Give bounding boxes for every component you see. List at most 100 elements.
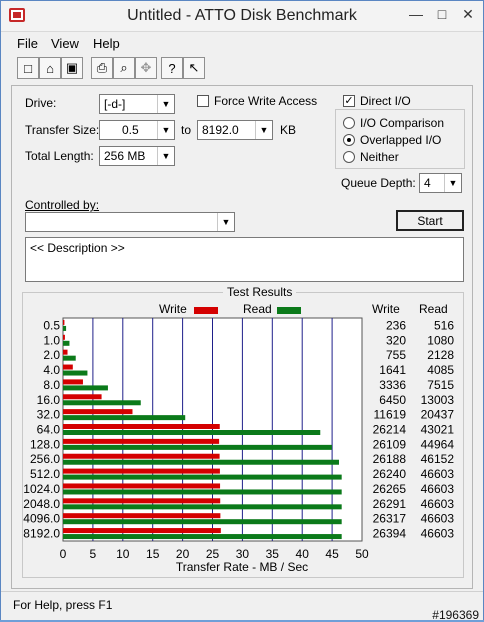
write-bar — [63, 394, 102, 400]
read-bar — [63, 474, 342, 480]
read-value-label: 46603 — [421, 527, 455, 541]
print-preview-icon[interactable]: ⌕ — [113, 57, 135, 79]
context-help-icon[interactable]: ↖ — [183, 57, 205, 79]
x-tick-label: 25 — [206, 547, 220, 561]
write-value-label: 3336 — [379, 378, 406, 392]
read-bar — [63, 340, 70, 346]
x-tick-label: 30 — [236, 547, 250, 561]
transfer-from-value: 0.5 — [122, 123, 139, 137]
x-tick-label: 5 — [90, 547, 97, 561]
chevron-down-icon: ▼ — [255, 121, 272, 139]
write-value-label: 6450 — [379, 393, 406, 407]
read-bar — [63, 459, 339, 465]
read-value-label: 46603 — [421, 512, 455, 526]
x-tick-label: 15 — [146, 547, 160, 561]
write-value-label: 26394 — [373, 527, 407, 541]
write-value-label: 26317 — [373, 512, 407, 526]
controlled-by-select[interactable]: ▼ — [25, 212, 235, 232]
direct-io-label: Direct I/O — [360, 94, 411, 108]
write-bar — [63, 438, 220, 444]
read-bar — [63, 504, 342, 510]
write-bar — [63, 379, 83, 385]
y-category-label: 1.0 — [43, 333, 60, 347]
y-category-label: 512.0 — [30, 467, 60, 481]
read-value-label: 516 — [434, 318, 454, 332]
menu-view[interactable]: View — [51, 36, 79, 51]
write-bar — [63, 409, 133, 415]
x-tick-label: 0 — [60, 547, 67, 561]
force-write-label: Force Write Access — [214, 94, 318, 108]
overlapped-io-label: Overlapped I/O — [360, 133, 442, 147]
total-length-select[interactable]: 256 MB ▼ — [99, 146, 175, 166]
read-bar — [63, 519, 342, 525]
y-category-label: 2.0 — [43, 348, 60, 362]
queue-depth-label: Queue Depth: — [341, 176, 416, 190]
maximize-icon[interactable]: □ — [429, 3, 455, 25]
x-tick-label: 40 — [296, 547, 310, 561]
y-category-label: 128.0 — [30, 437, 60, 451]
read-value-label: 46603 — [421, 497, 455, 511]
read-value-label: 46603 — [421, 467, 455, 481]
write-value-label: 26240 — [373, 467, 407, 481]
chevron-down-icon: ▼ — [157, 95, 174, 113]
description-field[interactable]: << Description >> — [25, 237, 464, 282]
neither-radio[interactable] — [343, 151, 355, 163]
y-category-label: 8.0 — [43, 378, 60, 392]
transfer-to-select[interactable]: 8192.0 ▼ — [197, 120, 273, 140]
read-bar — [63, 355, 76, 361]
menu-help[interactable]: Help — [93, 36, 120, 51]
unit-label: KB — [280, 123, 297, 137]
menu-file[interactable]: File — [17, 36, 38, 51]
write-value-label: 26265 — [373, 482, 407, 496]
close-icon[interactable]: ✕ — [455, 3, 481, 25]
total-length-value: 256 MB — [104, 149, 146, 163]
print-icon[interactable]: ⎙ — [91, 57, 113, 79]
help-icon[interactable]: ? — [161, 57, 183, 79]
read-bar — [63, 489, 342, 495]
write-value-label: 1641 — [379, 363, 406, 377]
y-category-label: 32.0 — [37, 408, 61, 422]
drive-select[interactable]: [-d-] ▼ — [99, 94, 175, 114]
queue-depth-select[interactable]: 4 ▼ — [419, 173, 462, 193]
write-bar — [63, 483, 221, 489]
to-label: to — [181, 123, 192, 137]
y-category-label: 0.5 — [43, 318, 60, 332]
read-bar — [63, 534, 342, 540]
write-value-label: 26214 — [373, 423, 407, 437]
chevron-down-icon: ▼ — [444, 174, 461, 192]
read-bar — [63, 400, 141, 406]
read-value-label: 46603 — [421, 482, 455, 496]
move-icon[interactable]: ✥ — [135, 57, 157, 79]
drive-label: Drive: — [25, 96, 57, 110]
io-comparison-label: I/O Comparison — [360, 116, 445, 130]
write-bar — [63, 528, 221, 534]
read-value-label: 46152 — [421, 452, 455, 466]
transfer-from-select[interactable]: 0.5 ▼ — [99, 120, 175, 140]
y-category-label: 1024.0 — [23, 482, 60, 496]
write-bar — [63, 334, 65, 340]
read-value-label: 2128 — [427, 348, 454, 362]
write-bar — [63, 424, 220, 429]
menu-bar: File View Help — [1, 33, 483, 53]
y-category-label: 4.0 — [43, 363, 60, 377]
chevron-down-icon: ▼ — [157, 147, 174, 165]
force-write-checkbox[interactable] — [197, 95, 209, 107]
read-value-label: 4085 — [427, 363, 454, 377]
chevron-down-icon: ▼ — [157, 121, 174, 139]
save-icon[interactable]: ▣ — [61, 57, 83, 79]
new-file-icon[interactable]: □ — [17, 57, 39, 79]
test-results-group: Test Results Write Read Write Read 0 5 10 1… — [22, 285, 464, 578]
chevron-down-icon: ▼ — [217, 213, 234, 231]
y-category-label: 64.0 — [37, 423, 61, 437]
minimize-icon[interactable]: — — [403, 3, 429, 25]
write-value-label: 26188 — [373, 452, 407, 466]
x-tick-label: 20 — [176, 547, 190, 561]
overlapped-io-radio[interactable] — [343, 134, 355, 146]
status-text: For Help, press F1 — [13, 598, 113, 612]
open-folder-icon[interactable]: ⌂ — [39, 57, 61, 79]
direct-io-checkbox[interactable]: ✓ — [343, 95, 355, 107]
y-category-label: 2048.0 — [23, 497, 60, 511]
read-bar — [63, 444, 332, 450]
start-button[interactable]: Start — [396, 210, 464, 231]
io-comparison-radio[interactable] — [343, 117, 355, 129]
